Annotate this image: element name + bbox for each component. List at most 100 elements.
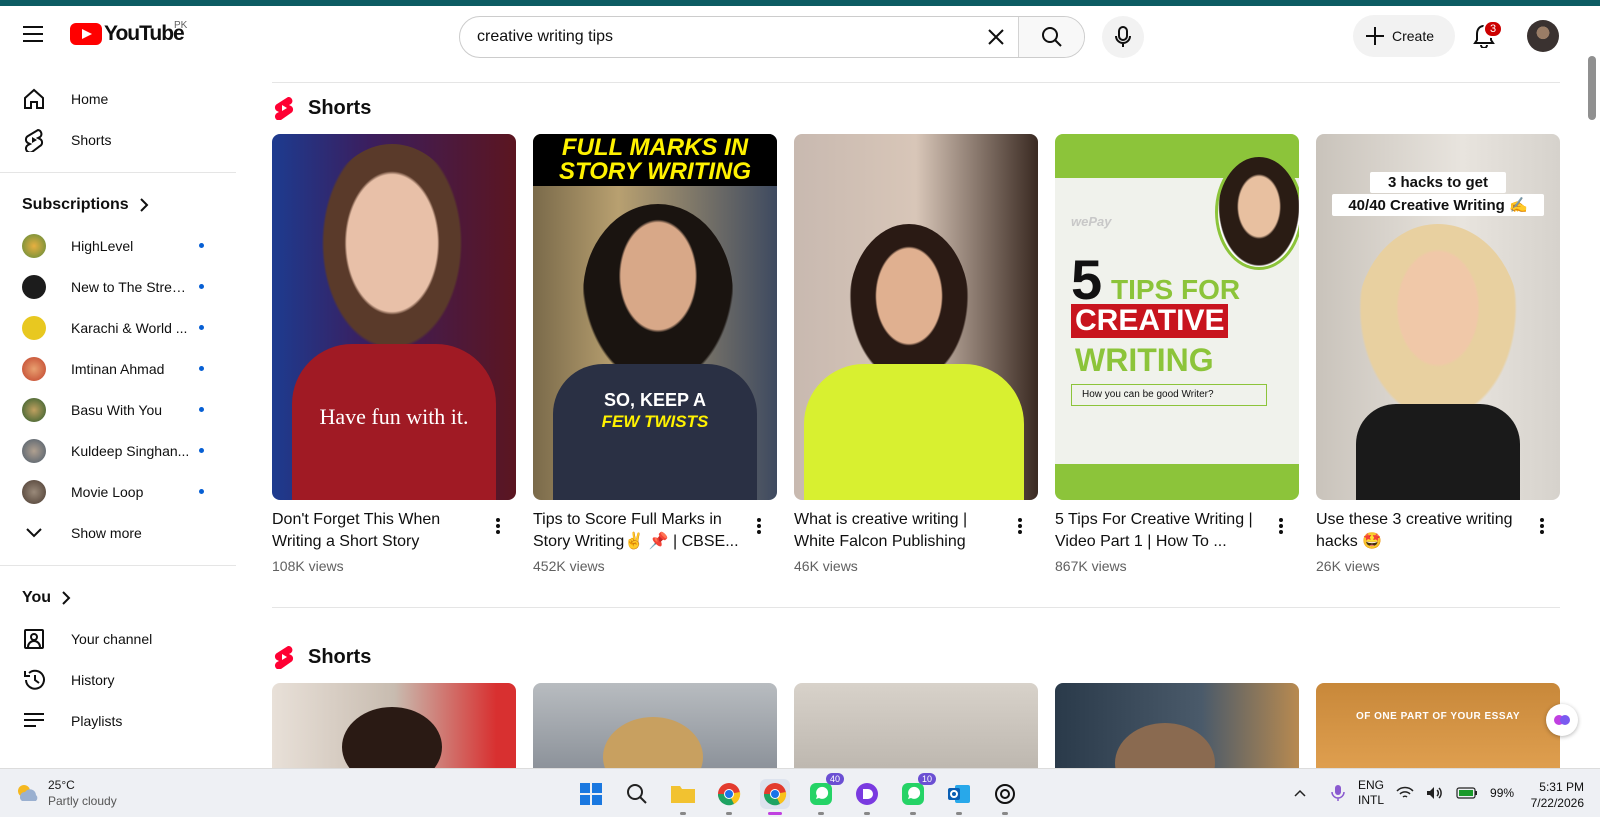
messenger-app-icon[interactable] xyxy=(852,779,882,815)
sidebar-item-label: Basu With You xyxy=(71,401,163,418)
whatsapp-icon[interactable]: 40 xyxy=(806,773,844,815)
subscriptions-heading[interactable]: Subscriptions xyxy=(0,185,240,225)
sidebar-subscription-kuldeep-singhania[interactable]: Kuldeep Singhan... xyxy=(0,430,240,471)
search-button[interactable] xyxy=(1018,17,1084,57)
new-content-dot xyxy=(199,489,204,494)
short-thumbnail[interactable]: Have fun with it. xyxy=(272,134,516,500)
short-thumbnail[interactable]: OF ONE PART OF YOUR ESSAY xyxy=(1316,683,1560,768)
short-card[interactable]: wePay 5 TIPS FOR CREATIVE WRITING How yo… xyxy=(1055,134,1299,574)
short-card[interactable]: Have fun with it. Don't Forget This When… xyxy=(272,134,516,574)
ai-assistant-floating-button[interactable] xyxy=(1546,704,1578,736)
active-indicator xyxy=(768,812,782,815)
search-input[interactable] xyxy=(460,17,974,57)
shelf-title: Shorts xyxy=(308,96,372,119)
short-thumbnail[interactable]: wePay 5 TIPS FOR CREATIVE WRITING How yo… xyxy=(1055,134,1299,500)
sidebar-item-label: Your channel xyxy=(71,630,153,647)
short-title[interactable]: 5 Tips For Creative Writing | Video Part… xyxy=(1055,509,1271,553)
you-heading[interactable]: You xyxy=(0,578,240,618)
more-options-icon[interactable] xyxy=(1532,514,1552,538)
more-options-icon[interactable] xyxy=(488,514,508,538)
sidebar-show-more[interactable]: Show more xyxy=(0,512,240,553)
plus-icon xyxy=(1366,27,1384,45)
short-thumbnail[interactable] xyxy=(272,683,516,768)
sidebar-item-shorts[interactable]: Shorts xyxy=(0,119,240,160)
short-card[interactable]: 3 hacks to get 40/40 Creative Writing ✍️… xyxy=(1316,134,1560,574)
running-indicator xyxy=(910,812,916,815)
more-options-icon[interactable] xyxy=(1010,514,1030,538)
running-indicator xyxy=(680,812,686,815)
account-avatar[interactable] xyxy=(1527,20,1559,52)
thumbnail-caption-2: FEW TWISTS xyxy=(601,412,709,431)
windows-start-icon[interactable] xyxy=(576,779,606,809)
sidebar-subscription-basu-with-you[interactable]: Basu With You xyxy=(0,389,240,430)
input-language[interactable]: ENG INTL xyxy=(1358,778,1384,808)
menu-icon[interactable] xyxy=(18,18,50,50)
chrome-active-icon[interactable] xyxy=(760,779,790,815)
short-card[interactable] xyxy=(533,683,777,768)
sidebar-subscription-imtinan-ahmad[interactable]: Imtinan Ahmad xyxy=(0,348,240,389)
thumbnail-headline-1: FULL MARKS IN xyxy=(561,134,749,161)
sidebar-item-home[interactable]: Home xyxy=(0,78,240,119)
chrome-icon[interactable] xyxy=(714,779,744,815)
thumbnail-caption: OF ONE PART OF YOUR ESSAY xyxy=(1355,711,1520,722)
scrollbar-thumb[interactable] xyxy=(1588,56,1596,120)
short-thumbnail[interactable] xyxy=(1055,683,1299,768)
clock[interactable]: 5:31 PM 7/22/2026 xyxy=(1520,779,1584,811)
short-card[interactable] xyxy=(272,683,516,768)
short-card[interactable]: OF ONE PART OF YOUR ESSAY xyxy=(1316,683,1560,768)
sidebar-item-label: Show more xyxy=(71,524,142,541)
shorts-shelf-header: Shorts xyxy=(272,96,371,120)
more-options-icon[interactable] xyxy=(1271,514,1291,538)
new-content-dot xyxy=(199,448,204,453)
yellow-shirt-shape xyxy=(804,364,1024,500)
sidebar-item-your-channel[interactable]: Your channel xyxy=(0,618,240,659)
chatgpt-icon[interactable] xyxy=(990,779,1020,815)
short-card[interactable]: FULL MARKS IN STORY WRITING SO, KEEP A F… xyxy=(533,134,777,574)
sidebar-item-history[interactable]: History xyxy=(0,659,240,700)
channel-avatar xyxy=(22,356,46,381)
short-thumbnail[interactable] xyxy=(533,683,777,768)
page-scrollbar[interactable] xyxy=(1582,56,1600,768)
weather-condition: Partly cloudy xyxy=(48,794,117,808)
system-tray: ENG INTL 99% xyxy=(1294,778,1514,808)
youtube-logo[interactable]: YouTube xyxy=(70,22,185,46)
sidebar-subscription-karachi-world[interactable]: Karachi & World ... xyxy=(0,307,240,348)
short-title[interactable]: Use these 3 creative writing hacks 🤩 xyxy=(1316,509,1532,553)
sidebar-subscription-new-to-the-street[interactable]: New to The Stree... xyxy=(0,266,240,307)
big-headline-2: CREATIVE xyxy=(1071,304,1229,338)
shorts-shelf-header: Shorts xyxy=(272,645,371,669)
partly-cloudy-icon xyxy=(18,785,38,801)
more-options-icon[interactable] xyxy=(749,514,769,538)
search-results: Shorts Have fun with it. Don't Forget Th… xyxy=(272,64,1560,768)
user-icon xyxy=(22,627,46,651)
new-content-dot xyxy=(199,325,204,330)
create-button[interactable]: Create xyxy=(1353,15,1455,57)
short-card[interactable] xyxy=(1055,683,1299,768)
short-thumbnail[interactable] xyxy=(794,683,1038,768)
short-thumbnail[interactable] xyxy=(794,134,1038,500)
short-title[interactable]: What is creative writing | White Falcon … xyxy=(794,509,1010,553)
subscriptions-heading-label: Subscriptions xyxy=(22,196,129,213)
sidebar-item-label: New to The Stree... xyxy=(71,278,191,295)
outlook-icon[interactable] xyxy=(944,779,974,815)
whatsapp-business-icon[interactable]: 10 xyxy=(898,773,936,815)
short-title[interactable]: Don't Forget This When Writing a Short S… xyxy=(272,509,488,553)
sidebar-subscription-highlevel[interactable]: HighLevel xyxy=(0,225,240,266)
short-card[interactable] xyxy=(794,683,1038,768)
short-card[interactable]: What is creative writing | White Falcon … xyxy=(794,134,1038,574)
clear-search-icon[interactable] xyxy=(974,17,1018,57)
search-icon[interactable] xyxy=(622,779,652,809)
thumbnail-caption-1: SO, KEEP A xyxy=(603,390,707,410)
voice-search-button[interactable] xyxy=(1102,16,1144,58)
sidebar-subscription-movie-loop[interactable]: Movie Loop xyxy=(0,471,240,512)
channel-avatar xyxy=(22,438,46,463)
weather-widget[interactable]: 25°C Partly cloudy xyxy=(14,777,117,809)
sidebar-item-playlists[interactable]: Playlists xyxy=(0,700,240,741)
short-thumbnail[interactable]: FULL MARKS IN STORY WRITING SO, KEEP A F… xyxy=(533,134,777,500)
short-title[interactable]: Tips to Score Full Marks in Story Writin… xyxy=(533,509,749,553)
short-thumbnail[interactable]: 3 hacks to get 40/40 Creative Writing ✍️ xyxy=(1316,134,1560,500)
sidebar-item-label: Karachi & World ... xyxy=(71,319,188,336)
thumbnail-caption: Have fun with it. xyxy=(319,404,469,429)
logo-text: YouTube xyxy=(104,22,185,45)
file-explorer-icon[interactable] xyxy=(668,779,698,815)
